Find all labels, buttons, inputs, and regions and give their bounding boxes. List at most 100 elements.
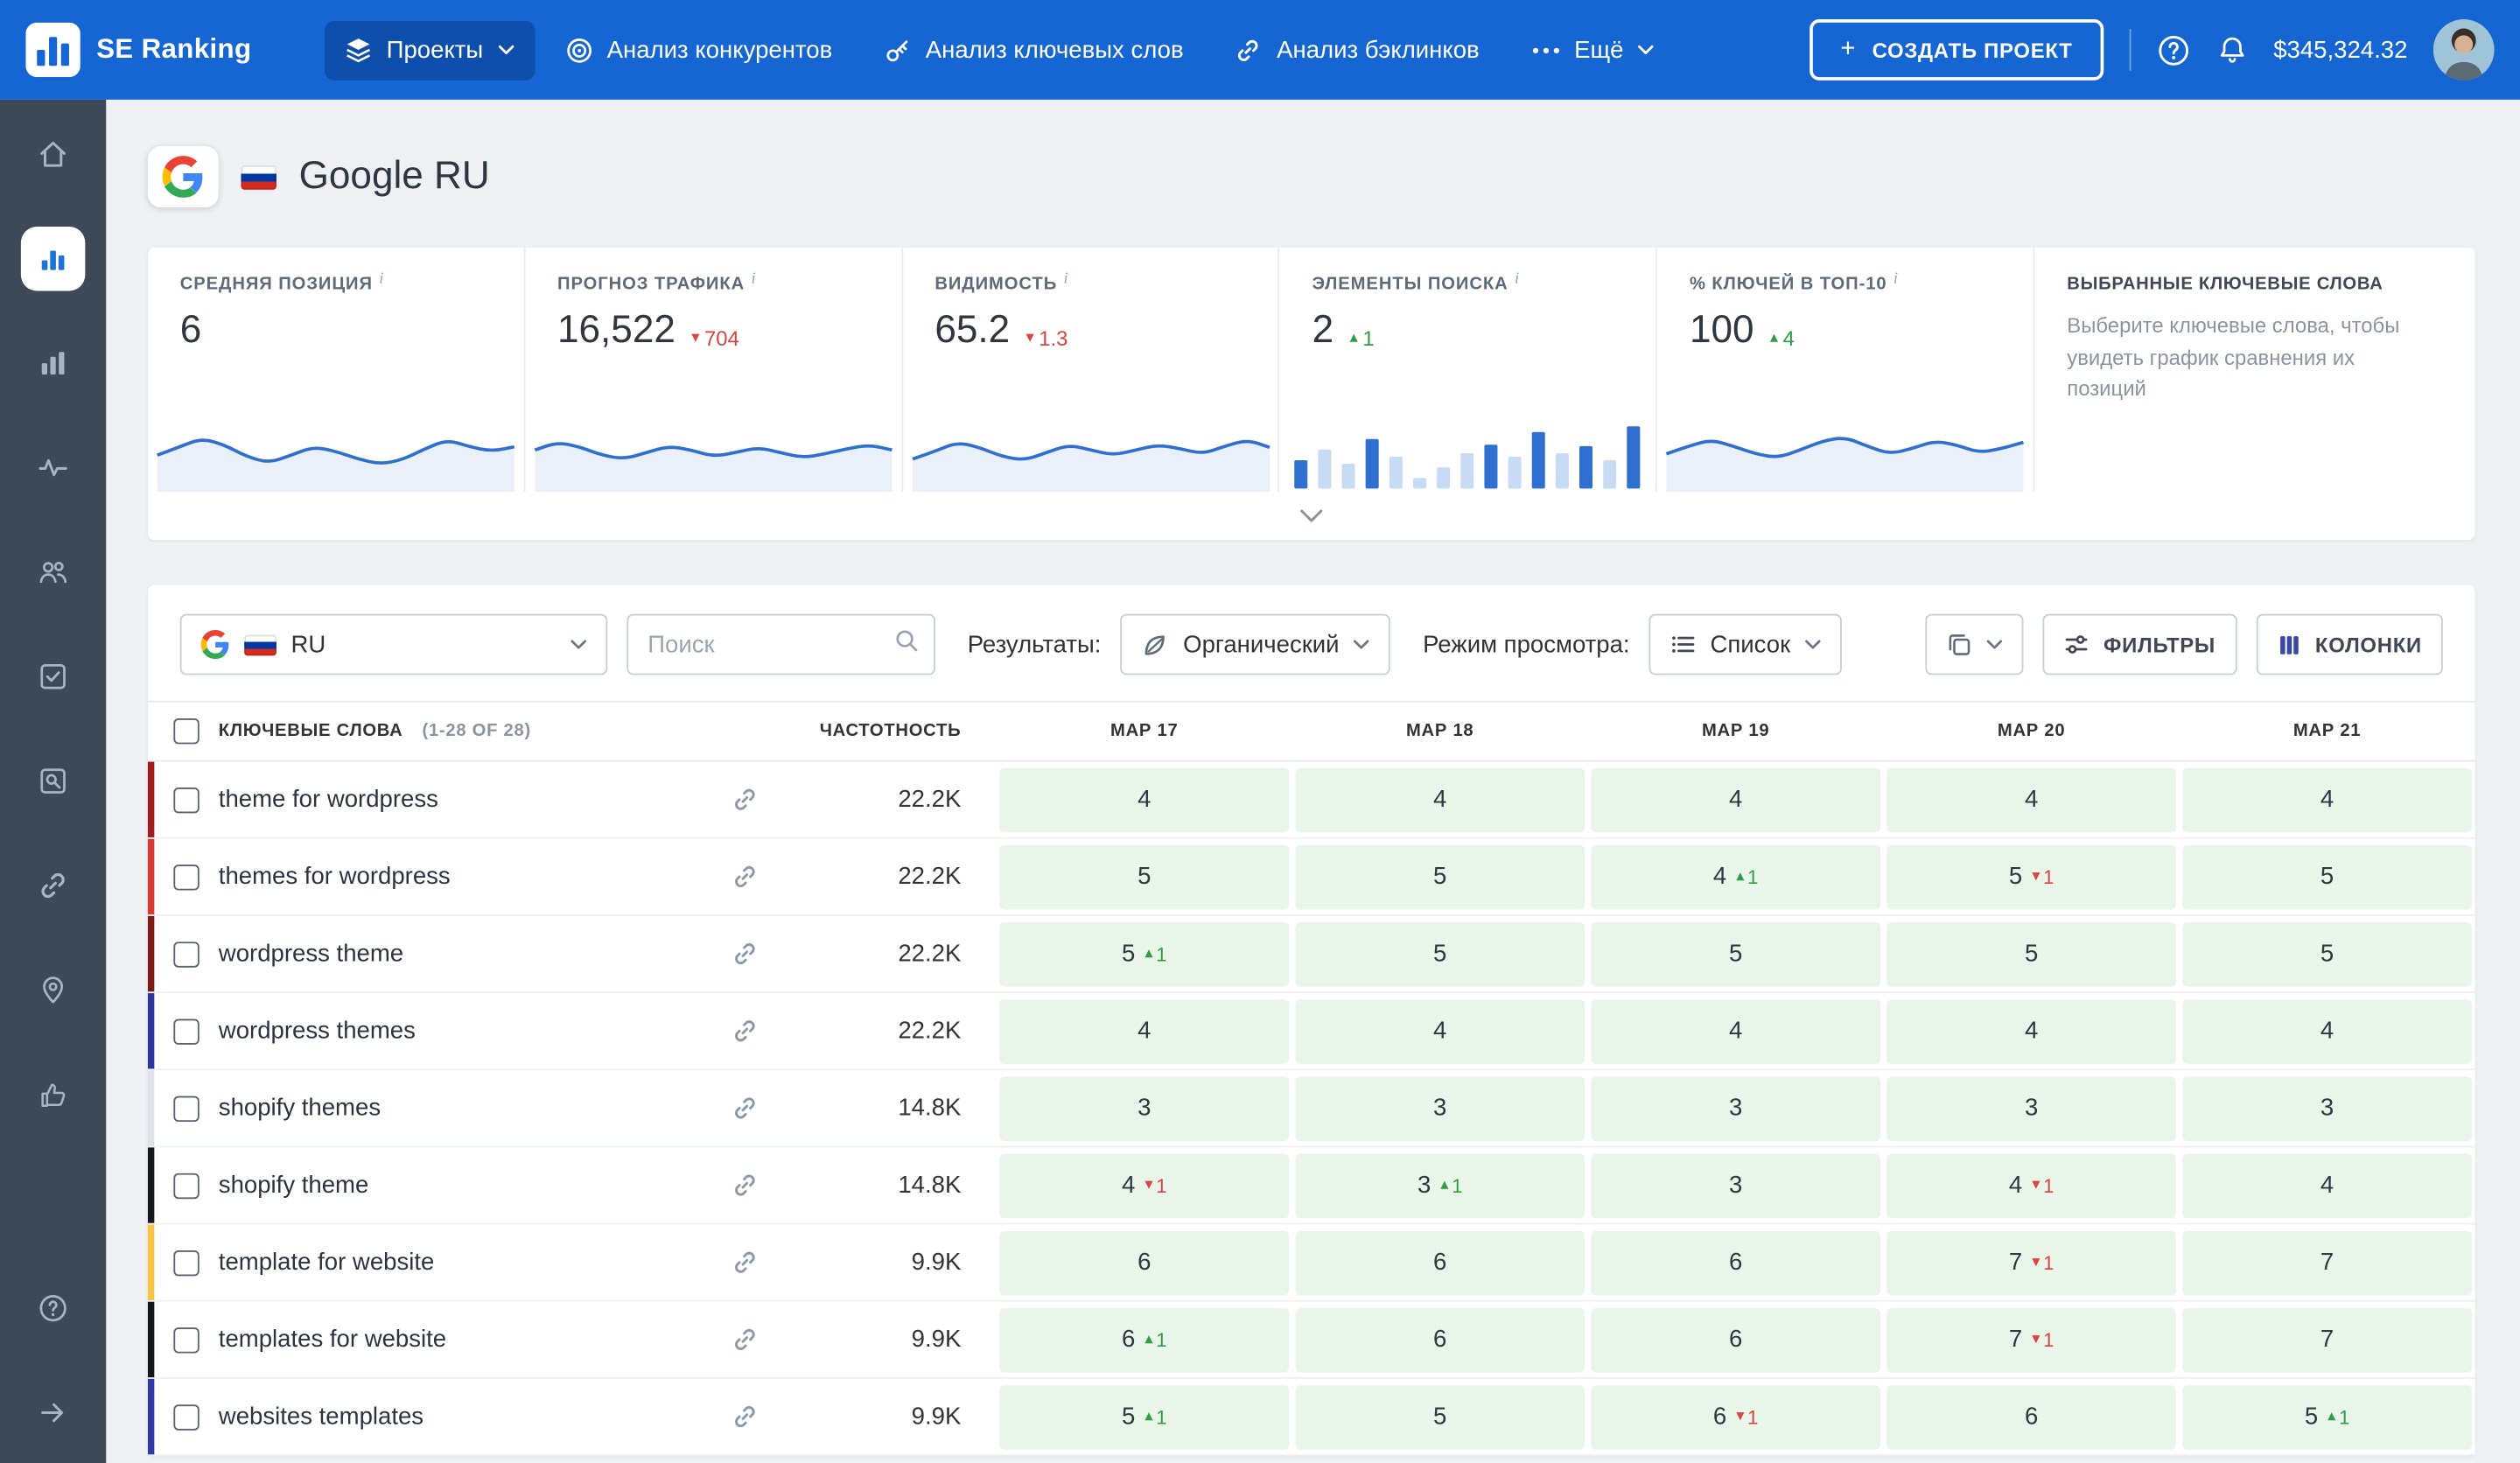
filters-button[interactable]: ФИЛЬТРЫ	[2042, 613, 2236, 676]
position-cell[interactable]: 5 ▴ 1	[999, 921, 1290, 986]
keyword-label[interactable]: template for website	[219, 1249, 435, 1276]
select-all-checkbox[interactable]	[173, 718, 200, 745]
row-checkbox[interactable]	[173, 864, 200, 890]
search-input[interactable]	[626, 613, 935, 676]
position-cell[interactable]: 5	[1295, 1384, 1586, 1449]
sidebar-item-rankings[interactable]	[20, 226, 86, 291]
keyword-label[interactable]: themes for wordpress	[219, 863, 451, 890]
position-cell[interactable]: 7	[2182, 1230, 2472, 1295]
keyword-label[interactable]: shopify themes	[219, 1095, 381, 1122]
position-cell[interactable]: 4 ▾ 1	[1886, 1152, 2176, 1218]
nav-projects[interactable]: Проекты	[325, 19, 536, 80]
serp-link-icon[interactable]	[732, 1018, 759, 1045]
position-cell[interactable]: 3 ▴ 1	[1295, 1152, 1586, 1218]
position-cell[interactable]: 4	[2182, 998, 2472, 1063]
position-cell[interactable]: 4	[1886, 998, 2176, 1063]
row-checkbox[interactable]	[173, 1095, 200, 1122]
sidebar-item-insights[interactable]	[21, 436, 85, 500]
collapse-metrics-button[interactable]	[148, 492, 2475, 540]
keyword-label[interactable]: wordpress themes	[219, 1018, 416, 1045]
position-cell[interactable]: 3	[1295, 1075, 1586, 1141]
metric-card[interactable]: ПРОГНОЗ ТРАФИКА i 16,522 ▾ 704	[525, 247, 903, 493]
sidebar-item-competitors[interactable]	[21, 540, 85, 604]
position-cell[interactable]: 7 ▾ 1	[1886, 1230, 2176, 1295]
sidebar-item-backlinks[interactable]	[21, 853, 85, 917]
compare-dropdown-button[interactable]	[1925, 613, 2024, 676]
position-cell[interactable]: 6	[1295, 1307, 1586, 1372]
position-cell[interactable]: 5	[1591, 921, 1880, 986]
keyword-label[interactable]: wordpress theme	[219, 940, 403, 967]
position-cell[interactable]: 6	[1295, 1230, 1586, 1295]
nav-competitor-analysis[interactable]: Анализ конкурентов	[544, 20, 853, 80]
serp-link-icon[interactable]	[732, 940, 759, 967]
position-cell[interactable]: 4	[1886, 767, 2176, 832]
position-cell[interactable]: 4	[2182, 767, 2472, 832]
position-cell[interactable]: 3	[1591, 1075, 1880, 1141]
position-cell[interactable]: 6	[1886, 1384, 2176, 1449]
position-cell[interactable]: 5 ▴ 1	[2182, 1384, 2472, 1449]
metric-card[interactable]: % КЛЮЧЕЙ В ТОП-10 i 100 ▴ 4	[1657, 247, 2035, 493]
keyword-label[interactable]: templates for website	[219, 1326, 446, 1353]
serp-link-icon[interactable]	[732, 786, 759, 813]
metric-card[interactable]: ВИДИМОСТЬ i 65.2 ▾ 1.3	[903, 247, 1280, 493]
position-cell[interactable]: 3	[999, 1075, 1290, 1141]
row-checkbox[interactable]	[173, 1018, 200, 1044]
avatar[interactable]	[2432, 19, 2495, 80]
view-mode-dropdown[interactable]: Список	[1648, 613, 1842, 676]
metric-card[interactable]: ЭЛЕМЕНТЫ ПОИСКА i 2 ▴ 1	[1280, 247, 1658, 493]
sidebar-item-help[interactable]	[21, 1276, 85, 1340]
serp-link-icon[interactable]	[732, 863, 759, 890]
position-cell[interactable]: 3	[1591, 1152, 1880, 1218]
columns-button[interactable]: КОЛОНКИ	[2255, 613, 2443, 676]
row-checkbox[interactable]	[173, 1404, 200, 1430]
position-cell[interactable]: 5	[1886, 921, 2176, 986]
position-cell[interactable]: 5	[1295, 921, 1586, 986]
serp-link-icon[interactable]	[732, 1172, 759, 1199]
keyword-label[interactable]: websites templates	[219, 1403, 424, 1430]
serp-link-icon[interactable]	[732, 1326, 759, 1353]
metric-card[interactable]: СРЕДНЯЯ ПОЗИЦИЯ i 6	[148, 247, 526, 493]
bell-icon[interactable]	[2216, 34, 2248, 66]
serp-link-icon[interactable]	[732, 1095, 759, 1122]
position-cell[interactable]: 5	[999, 844, 1290, 909]
position-cell[interactable]: 5	[1295, 844, 1586, 909]
create-project-button[interactable]: + СОЗДАТЬ ПРОЕКТ	[1810, 19, 2104, 80]
position-cell[interactable]: 4	[1295, 998, 1586, 1063]
position-cell[interactable]: 6	[1591, 1307, 1880, 1372]
sidebar-item-analytics[interactable]	[21, 331, 85, 395]
position-cell[interactable]: 3	[1886, 1075, 2176, 1141]
position-cell[interactable]: 4	[1295, 767, 1586, 832]
serp-link-icon[interactable]	[732, 1403, 759, 1430]
row-checkbox[interactable]	[173, 787, 200, 813]
sidebar-item-audit[interactable]	[21, 749, 85, 813]
position-cell[interactable]: 6	[1591, 1230, 1880, 1295]
results-type-dropdown[interactable]: Органический	[1120, 613, 1391, 676]
position-cell[interactable]: 4	[2182, 1152, 2472, 1218]
nav-backlink-analysis[interactable]: Анализ бэклинков	[1214, 20, 1501, 80]
row-checkbox[interactable]	[173, 1250, 200, 1276]
nav-more[interactable]: Ещё	[1510, 20, 1676, 80]
sidebar-item-local[interactable]	[21, 958, 85, 1022]
row-checkbox[interactable]	[173, 1326, 200, 1353]
position-cell[interactable]: 7 ▾ 1	[1886, 1307, 2176, 1372]
position-cell[interactable]: 4	[999, 767, 1290, 832]
position-cell[interactable]: 4	[1591, 998, 1880, 1063]
position-cell[interactable]: 5	[2182, 921, 2472, 986]
position-cell[interactable]: 4	[999, 998, 1290, 1063]
serp-link-icon[interactable]	[732, 1249, 759, 1276]
help-icon[interactable]	[2156, 33, 2190, 67]
row-checkbox[interactable]	[173, 941, 200, 967]
position-cell[interactable]: 5	[2182, 844, 2472, 909]
position-cell[interactable]: 6	[999, 1230, 1290, 1295]
position-cell[interactable]: 4	[1591, 767, 1880, 832]
position-cell[interactable]: 3	[2182, 1075, 2472, 1141]
row-checkbox[interactable]	[173, 1172, 200, 1199]
sidebar-item-social[interactable]	[21, 1062, 85, 1126]
sidebar-item-collapse[interactable]	[21, 1381, 85, 1445]
brand[interactable]: SE Ranking	[25, 22, 251, 78]
position-cell[interactable]: 5 ▴ 1	[999, 1384, 1290, 1449]
position-cell[interactable]: 7	[2182, 1307, 2472, 1372]
sidebar-item-tasks[interactable]	[21, 645, 85, 709]
keyword-label[interactable]: shopify theme	[219, 1172, 369, 1199]
account-balance[interactable]: $345,324.32	[2273, 36, 2407, 63]
